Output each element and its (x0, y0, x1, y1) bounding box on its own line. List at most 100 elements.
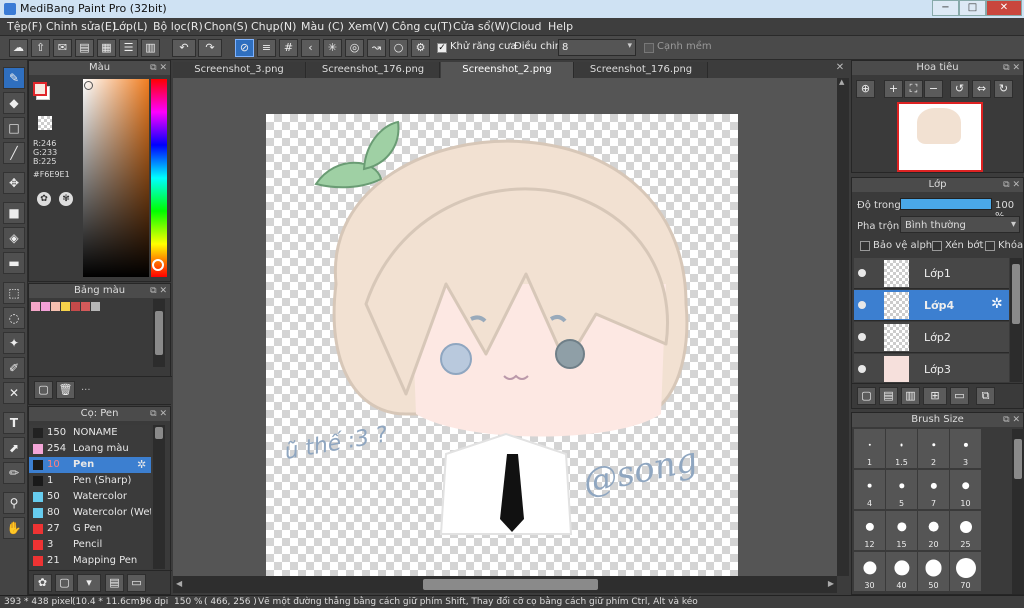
palette-swatch[interactable] (91, 302, 100, 311)
clipping-checkbox[interactable] (932, 241, 942, 251)
palette-add-icon[interactable]: ✿ (37, 192, 51, 206)
gear-icon[interactable]: ✲ (991, 296, 1003, 312)
panel-options-icon[interactable]: ⧉ ✕ (150, 407, 167, 421)
redo-icon[interactable]: ↷ (198, 39, 222, 57)
upload-icon[interactable]: ⇧ (31, 39, 50, 57)
dot-tool-icon[interactable]: □ (3, 117, 25, 139)
panel-options-icon[interactable]: ⧉ ✕ (1003, 413, 1020, 427)
layer-row-selected[interactable]: Lớp4 ✲ (854, 290, 1009, 321)
fit-icon[interactable]: ⛶ (904, 80, 923, 98)
menu-filter[interactable]: Bộ lọc(R) (153, 20, 203, 33)
trash-icon[interactable]: 🗑 (56, 381, 75, 399)
chat-icon[interactable]: ✉ (53, 39, 72, 57)
select-pen-icon[interactable]: ✐ (3, 357, 25, 379)
brush-item[interactable]: 50 Watercolor (29, 489, 151, 505)
navigator-preview[interactable] (897, 102, 983, 172)
menu-view[interactable]: Xem(V) (348, 20, 389, 33)
menu-edit[interactable]: Chỉnh sửa(E) (46, 20, 116, 33)
parallel-snap-icon[interactable]: ≡ (257, 39, 276, 57)
hand-tool-icon[interactable]: ✋ (3, 517, 25, 539)
scroll-left-icon[interactable]: ◀ (176, 579, 182, 588)
color-picker-cursor[interactable] (84, 81, 93, 90)
drawing-canvas[interactable]: ũ thế :3 ? @song (266, 114, 738, 576)
primary-color-swatch[interactable] (33, 82, 47, 96)
brush-item[interactable]: 1 Pen (Sharp) (29, 473, 151, 489)
brush-size-option[interactable]: 7 (918, 470, 950, 510)
menu-color[interactable]: Màu (C) (301, 20, 344, 33)
new-brush-icon[interactable]: ▢ (55, 574, 74, 592)
panel-options-icon[interactable]: ⧉ ✕ (1003, 178, 1020, 192)
rotate-right-icon[interactable]: ↻ (994, 80, 1013, 98)
zoom-in-small-icon[interactable]: + (884, 80, 903, 98)
menu-tools[interactable]: Công cụ(T) (392, 20, 452, 33)
brush-size-option[interactable]: 3 (950, 429, 982, 469)
hue-slider-handle[interactable] (152, 259, 164, 271)
operation-tool-icon[interactable]: ⬈ (3, 437, 25, 459)
panel-options-icon[interactable]: ⧉ ✕ (150, 61, 167, 75)
new-layer-icon[interactable]: ▢ (857, 387, 876, 405)
brush-size-option[interactable]: 1.5 (886, 429, 918, 469)
layer-row[interactable]: Lớp2 (854, 322, 1009, 353)
zoom-out-icon[interactable]: − (924, 80, 943, 98)
panel-options-icon[interactable]: ⧉ ✕ (1003, 61, 1020, 75)
adjust-select[interactable]: 8 ▾ (558, 39, 636, 56)
menu-select[interactable]: Chọn(S) (204, 20, 248, 33)
menu-file[interactable]: Tệp(F) (7, 20, 42, 33)
line-tool-icon[interactable]: ╱ (3, 142, 25, 164)
radial-snap-icon[interactable]: ✳ (323, 39, 342, 57)
cloud-icon[interactable]: ☁ (9, 39, 28, 57)
visibility-icon[interactable] (858, 269, 866, 277)
protect-alpha-checkbox[interactable] (860, 241, 870, 251)
scroll-thumb[interactable] (155, 311, 163, 355)
scroll-up-icon[interactable]: ▲ (839, 78, 847, 88)
zoom-in-icon[interactable]: ⊕ (856, 80, 875, 98)
soften-checkbox[interactable] (644, 43, 654, 53)
brush-menu-icon[interactable]: ▾ (77, 574, 101, 592)
menu-layer[interactable]: Lớp(L) (113, 20, 148, 33)
gear-icon[interactable]: ✲ (137, 458, 146, 471)
move-tool-icon[interactable]: ✥ (3, 172, 25, 194)
close-button[interactable]: ✕ (986, 0, 1022, 16)
brush-scrollbar[interactable] (153, 425, 165, 569)
pen-tool-icon[interactable]: ✎ (3, 67, 25, 89)
scroll-thumb[interactable] (423, 579, 598, 590)
shape-tool-icon[interactable]: ■ (3, 202, 25, 224)
saturation-value-picker[interactable] (83, 79, 149, 277)
brush-item[interactable]: 80 Watercolor (Wet) (29, 505, 151, 521)
layer-row[interactable]: Lớp1 (854, 258, 1009, 289)
brush-size-option[interactable]: 15 (886, 511, 918, 551)
lasso-select-icon[interactable]: ◌ (3, 307, 25, 329)
eyedropper-tool-icon[interactable]: ⚲ (3, 492, 25, 514)
folder-icon[interactable]: ▭ (127, 574, 146, 592)
palette-swatch[interactable] (71, 302, 80, 311)
palette-swatch[interactable] (61, 302, 70, 311)
rect-select-icon[interactable]: ⬚ (3, 282, 25, 304)
document-tab[interactable]: Screenshot_3.png (173, 62, 306, 78)
visibility-icon[interactable] (858, 301, 866, 309)
visibility-icon[interactable] (858, 365, 866, 373)
circle-snap-icon[interactable]: ○ (389, 39, 408, 57)
brush-item[interactable]: 27 G Pen (29, 521, 151, 537)
brush-size-option[interactable]: 4 (854, 470, 886, 510)
scroll-thumb[interactable] (1012, 264, 1020, 324)
brush-size-scrollbar[interactable] (1012, 429, 1024, 594)
brush-item[interactable]: 3 Pencil (29, 537, 151, 553)
gradient-tool-icon[interactable]: ▬ (3, 252, 25, 274)
minimize-button[interactable]: − (932, 0, 959, 16)
brush-size-option[interactable]: 70 (950, 552, 982, 592)
new-8bit-layer-icon[interactable]: ▥ (901, 387, 920, 405)
layer-row[interactable]: Lớp3 (854, 354, 1009, 382)
list-icon[interactable]: ☰ (119, 39, 138, 57)
tab-close-icon[interactable]: ✕ (833, 62, 847, 76)
brush-size-option[interactable]: 1 (854, 429, 886, 469)
palette-scrollbar[interactable] (153, 299, 165, 367)
scroll-thumb[interactable] (1014, 439, 1022, 479)
text-tool-icon[interactable]: T (3, 412, 25, 434)
palette-swatch[interactable] (81, 302, 90, 311)
brush-props-icon[interactable]: ▤ (105, 574, 124, 592)
grid-icon[interactable]: ▥ (141, 39, 160, 57)
menu-help[interactable]: Help (548, 20, 573, 33)
add-layer-menu-icon[interactable]: ⊞ (923, 387, 947, 405)
brush-size-option[interactable]: 5 (886, 470, 918, 510)
blend-mode-select[interactable]: Bình thường ▾ (900, 216, 1020, 233)
